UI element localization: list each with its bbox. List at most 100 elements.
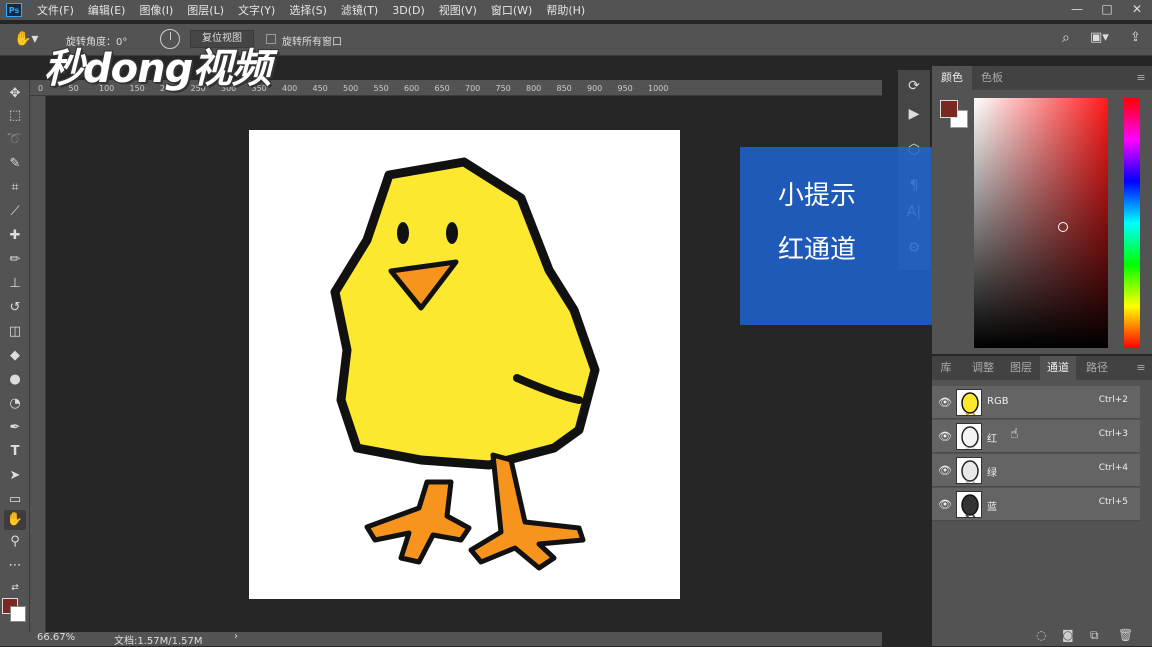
load-selection-icon[interactable]: ◌ (1036, 628, 1046, 642)
menu-edit[interactable]: 编辑(E) (81, 2, 133, 18)
tab-paths[interactable]: 路径 (1080, 356, 1114, 380)
marquee-tool-icon[interactable]: ⬚ (4, 106, 26, 126)
channel-shortcut: Ctrl+2 (1098, 395, 1128, 405)
chick-illustration (330, 157, 600, 571)
channel-name: RGB (987, 396, 1009, 407)
new-channel-icon[interactable]: ⧉ (1090, 628, 1099, 643)
path-select-tool-icon[interactable]: ➤ (4, 466, 26, 486)
history-icon[interactable]: ⟳ (904, 78, 924, 94)
visibility-eye-icon[interactable]: 👁 (938, 396, 952, 409)
ruler-tick-label: 500 (343, 84, 359, 93)
swap-colors-icon[interactable]: ⇄ (4, 578, 26, 598)
blur-tool-icon[interactable]: ● (4, 370, 26, 390)
share-icon[interactable]: ⇪ (1130, 30, 1141, 45)
tab-layers[interactable]: 图层 (1004, 356, 1038, 380)
healing-brush-tool-icon[interactable]: ✚ (4, 226, 26, 246)
visibility-eye-icon[interactable]: 👁 (938, 430, 952, 443)
ruler-tick-label: 450 (312, 84, 328, 93)
rectangle-tool-icon[interactable]: ▭ (4, 490, 26, 510)
channels-panel: 库 调整 图层 通道 路径 ≡ 👁 RGB Ctrl+2 👁 红 ☝ Ctrl+… (932, 356, 1152, 646)
brush-tool-icon[interactable]: ✏ (4, 250, 26, 270)
crop-tool-icon[interactable]: ⌗ (4, 178, 26, 198)
chick-right-eye (446, 222, 458, 244)
channel-thumbnail (956, 491, 982, 518)
ruler-tick-label: 1000 (648, 84, 669, 93)
stamp-tool-icon[interactable]: ⊥ (4, 274, 26, 294)
search-icon[interactable]: ⌕ (1062, 30, 1070, 46)
ruler-tick-label: 900 (587, 84, 603, 93)
menu-select[interactable]: 选择(S) (282, 2, 334, 18)
chick-left-foot (364, 479, 472, 565)
zoom-tool-icon[interactable]: ⚲ (4, 532, 26, 552)
tab-swatches[interactable]: 色板 (972, 66, 1012, 90)
color-picker-cursor[interactable] (1058, 222, 1068, 232)
channel-name: 绿 (987, 468, 997, 479)
channel-row-red[interactable]: 👁 红 ☝ Ctrl+3 (932, 420, 1140, 453)
history-brush-tool-icon[interactable]: ↺ (4, 298, 26, 318)
channel-name: 蓝 (987, 502, 997, 513)
menu-file[interactable]: 文件(F) (30, 2, 81, 18)
tools-panel: ✥ ⬚ ➰ ✎ ⌗ ⟋ ✚ ✏ ⊥ ↺ ◫ ◆ ● ◔ ✒ T ➤ ▭ ✋ ⚲ … (0, 80, 30, 632)
ruler-tick-label: 800 (526, 84, 542, 93)
hue-slider[interactable] (1124, 98, 1140, 348)
paint-bucket-tool-icon[interactable]: ◆ (4, 346, 26, 366)
delete-channel-icon[interactable]: 🗑 (1118, 628, 1133, 642)
save-selection-icon[interactable]: ◙ (1062, 628, 1074, 642)
tab-libraries[interactable]: 库 (932, 356, 960, 380)
lasso-tool-icon[interactable]: ➰ (4, 130, 26, 150)
actions-play-icon[interactable]: ▶ (904, 106, 924, 122)
menu-type[interactable]: 文字(Y) (231, 2, 282, 18)
visibility-eye-icon[interactable]: 👁 (938, 498, 952, 511)
tab-channels[interactable]: 通道 (1040, 356, 1076, 380)
menu-view[interactable]: 视图(V) (432, 2, 484, 18)
quick-select-tool-icon[interactable]: ✎ (4, 154, 26, 174)
channel-thumbnail (956, 389, 982, 416)
menu-layer[interactable]: 图层(L) (180, 2, 231, 18)
menu-3d[interactable]: 3D(D) (385, 4, 432, 17)
menu-filter[interactable]: 滤镜(T) (334, 2, 385, 18)
more-tools-icon[interactable]: ⋯ (4, 556, 26, 576)
panel-menu-icon[interactable]: ≡ (1134, 356, 1148, 380)
chick-right-foot (468, 452, 586, 571)
close-button[interactable]: ✕ (1122, 0, 1152, 20)
document-canvas[interactable] (249, 130, 680, 599)
visibility-eye-icon[interactable]: 👁 (938, 464, 952, 477)
channel-row-green[interactable]: 👁 绿 Ctrl+4 (932, 454, 1140, 487)
rotate-view-tool-preset-icon[interactable]: ✋▾ (14, 31, 44, 49)
status-menu-arrow[interactable]: › (234, 631, 238, 642)
dodge-tool-icon[interactable]: ◔ (4, 394, 26, 414)
tab-color[interactable]: 颜色 (932, 66, 972, 90)
tab-adjustments[interactable]: 调整 (966, 356, 1000, 380)
ruler-tick-label: 0 (38, 84, 44, 93)
tip-text: 红通道 (778, 235, 857, 265)
menu-help[interactable]: 帮助(H) (539, 2, 592, 18)
chick-body (330, 157, 600, 470)
pen-tool-icon[interactable]: ✒ (4, 418, 26, 438)
channel-row-blue[interactable]: 👁 蓝 Ctrl+5 (932, 488, 1140, 521)
move-tool-icon[interactable]: ✥ (4, 84, 26, 104)
panel-menu-icon[interactable]: ≡ (1134, 66, 1148, 90)
rotate-all-windows-label: 旋转所有窗口 (282, 37, 342, 48)
menu-window[interactable]: 窗口(W) (484, 2, 539, 18)
workspace-icon[interactable]: ▣▾ (1090, 30, 1109, 45)
background-color-swatch[interactable] (10, 606, 26, 622)
zoom-level[interactable]: 66.67% (37, 632, 75, 643)
color-panel: 颜色 色板 ≡ (932, 66, 1152, 354)
color-picker-field[interactable] (974, 98, 1108, 348)
eyedropper-tool-icon[interactable]: ⟋ (4, 202, 26, 222)
minimize-button[interactable]: — (1062, 0, 1092, 20)
eraser-tool-icon[interactable]: ◫ (4, 322, 26, 342)
maximize-button[interactable]: □ (1092, 0, 1122, 20)
channel-thumbnail (956, 457, 982, 484)
ruler-tick-label: 750 (495, 84, 511, 93)
ruler-tick-label: 950 (617, 84, 633, 93)
channel-row-rgb[interactable]: 👁 RGB Ctrl+2 (932, 386, 1140, 419)
document-size: 文档:1.57M/1.57M (114, 636, 203, 647)
type-tool-icon[interactable]: T (4, 442, 26, 462)
channel-name: 红 (987, 434, 997, 445)
hand-rotate-tool-icon[interactable]: ✋ (4, 510, 26, 530)
window-controls: — □ ✕ (1062, 0, 1152, 20)
panel-foreground-swatch[interactable] (940, 100, 958, 118)
menu-image[interactable]: 图像(I) (132, 2, 180, 18)
channel-shortcut: Ctrl+5 (1098, 497, 1128, 507)
